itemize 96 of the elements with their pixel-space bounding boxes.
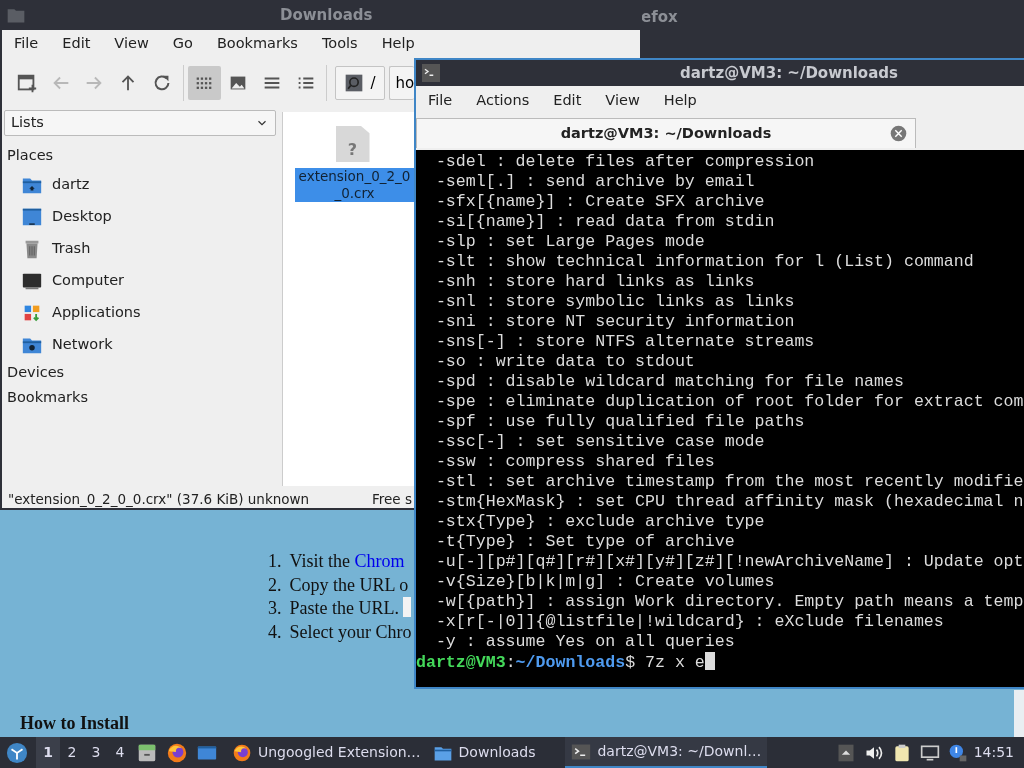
sidebar-item-label[interactable]: Desktop xyxy=(52,205,112,228)
terminal-line: -stl : set archive timestamp from the most recently modifie xyxy=(434,472,1024,492)
terminal-line: -spd : disable wildcard matching for file names xyxy=(434,372,905,392)
workspace-button[interactable]: 2 xyxy=(60,737,84,768)
terminal-line: -u[-][p#][q#][r#][x#][y#][z#][!newArchiveName] : Update opt xyxy=(434,552,1024,572)
path-button[interactable]: ho xyxy=(388,66,414,100)
list-number: 2. xyxy=(268,573,282,597)
grid-button[interactable] xyxy=(187,66,222,100)
menu-item[interactable]: File xyxy=(416,86,465,116)
path-button[interactable]: / xyxy=(335,66,385,100)
terminal-line: -slt : show technical information for l (List) command xyxy=(434,252,975,272)
prompt-separator: : xyxy=(505,653,516,672)
sidebar-item[interactable]: Computer xyxy=(2,264,280,297)
menu-item[interactable]: Edit xyxy=(50,29,103,59)
sidebar-item-label[interactable]: Trash xyxy=(52,237,91,260)
prompt-host: dartz@VM3 xyxy=(416,653,506,672)
new-tab-icon xyxy=(15,72,38,94)
terminal-line: -so : write data to stdout xyxy=(434,352,696,372)
workspace-button[interactable]: 4 xyxy=(108,737,132,768)
terminal-line: -snl : store symbolic links as links xyxy=(434,292,796,312)
link[interactable]: Chrom xyxy=(354,551,405,571)
terminal-line: -spe : eliminate duplication of root folder for extract com xyxy=(434,392,1024,412)
terminal-line: -snh : store hard links as links xyxy=(434,272,756,292)
browser-icon xyxy=(232,742,252,763)
sidebar-item-label[interactable]: dartz xyxy=(52,173,90,196)
list-item-text: Copy the URL o xyxy=(289,573,409,597)
input-field[interactable] xyxy=(403,597,411,617)
side-pane-dropdown[interactable]: Lists xyxy=(4,110,276,136)
list-number: 4. xyxy=(268,620,282,644)
scrollbar[interactable] xyxy=(1014,690,1024,737)
taskbar-button[interactable]: Downloads xyxy=(426,737,542,768)
taskbar-button[interactable]: dartz@VM3: ~/Downl… xyxy=(565,737,768,768)
sidebar-item-label[interactable]: Computer xyxy=(52,269,125,292)
menu-item[interactable]: Edit xyxy=(541,86,594,116)
list-item-text: Visit the Chrom xyxy=(289,550,405,573)
section-header[interactable]: Devices xyxy=(2,360,280,386)
terminal-line: -sni : store NT security information xyxy=(434,312,796,332)
menu-item[interactable]: Help xyxy=(369,29,427,59)
terminal-line: -w[{path}] : assign Work directory. Empty path means a temp xyxy=(434,592,1024,612)
menu-item[interactable]: View xyxy=(102,29,161,59)
menu-item[interactable]: Actions xyxy=(464,86,542,116)
browser-icon[interactable] xyxy=(166,741,188,764)
terminal-line: -stm{HexMask} : set CPU thread affinity mask (hexadecimal n xyxy=(434,492,1024,512)
workspace-button[interactable]: 1 xyxy=(36,737,60,768)
sidebar-item-label[interactable]: Network xyxy=(52,333,113,356)
clock: 14:51 xyxy=(973,743,1015,762)
menu-item[interactable]: Go xyxy=(160,29,205,59)
section-heading: How to Install xyxy=(20,712,129,735)
menu-item[interactable]: Tools xyxy=(309,29,370,59)
menu-item[interactable]: File xyxy=(2,29,51,59)
terminal-line: -slp : set Large Pages mode xyxy=(434,232,706,252)
terminal-line: -t{Type} : Set type of archive xyxy=(434,532,736,552)
terminal-line: -v{Size}[b|k|m|g] : Create volumes xyxy=(434,572,776,592)
list-item-text: Select your Chro xyxy=(289,620,412,644)
start-menu-icon[interactable] xyxy=(6,741,28,764)
list-number: 1. xyxy=(268,550,282,573)
file-name[interactable]: extension_0_2_0_0.crx xyxy=(295,168,414,202)
prompt-path: ~/Downloads xyxy=(515,653,626,672)
workspace-button[interactable]: 3 xyxy=(84,737,108,768)
terminal-line: -ssw : compress shared files xyxy=(434,452,716,472)
sidebar-item[interactable]: Trash xyxy=(2,232,280,265)
terminal-icon xyxy=(422,64,440,82)
terminal-line: -seml[.] : send archive by email xyxy=(434,172,756,192)
notification-icon[interactable] xyxy=(947,742,968,763)
text-cursor xyxy=(704,652,715,670)
list-item-text: Paste the URL. xyxy=(289,597,399,620)
section-header[interactable]: Bookmarks xyxy=(2,385,280,411)
drive-icon xyxy=(344,73,365,93)
menu-item[interactable]: View xyxy=(593,86,652,116)
window-title: efox xyxy=(641,8,678,26)
terminal-line: -si[{name}] : read data from stdin xyxy=(434,212,776,232)
terminal-line: -spf : use fully qualified file paths xyxy=(434,412,806,432)
sidebar-item-label[interactable]: Applications xyxy=(52,301,141,324)
taskbar-button[interactable]: Ungoogled Extension… xyxy=(226,737,427,768)
terminal-line: -ssc[-] : set sensitive case mode xyxy=(434,432,766,452)
terminal-line: -sfx[{name}] : Create SFX archive xyxy=(434,192,766,212)
window-title: dartz@VM3: ~/Downloads xyxy=(680,62,898,84)
sidebar-item[interactable]: Applications xyxy=(2,296,280,329)
sidebar-item[interactable]: Network xyxy=(2,328,280,361)
free-space-text: Free s xyxy=(372,490,412,507)
window-title: Downloads xyxy=(280,4,373,26)
close-tab-icon[interactable] xyxy=(890,125,907,142)
sidebar-item[interactable]: Desktop xyxy=(2,200,280,233)
status-text: "extension_0_2_0_0.crx" (37.6 KiB) unknown xyxy=(8,490,310,507)
list-number: 3. xyxy=(268,597,282,620)
menu-item[interactable]: Help xyxy=(651,86,709,116)
terminal-line: -sns[-] : store NTFS alternate streams xyxy=(434,332,816,352)
terminal-line: -stx{Type} : exclude archive type xyxy=(434,512,766,532)
terminal-tab[interactable]: dartz@VM3: ~/Downloads xyxy=(416,118,916,148)
terminal-line: -sdel : delete files after compression xyxy=(434,152,816,172)
terminal-line: -x[r[-|0]]{@listfile|!wildcard} : eXclude filenames xyxy=(434,612,945,632)
terminal-line: -y : assume Yes on all queries xyxy=(434,632,736,652)
menu-item[interactable]: Bookmarks xyxy=(204,29,310,59)
sidebar-item[interactable]: dartz xyxy=(2,168,280,201)
section-header[interactable]: Places xyxy=(2,144,280,169)
command-text: $ 7z x e xyxy=(625,653,705,672)
